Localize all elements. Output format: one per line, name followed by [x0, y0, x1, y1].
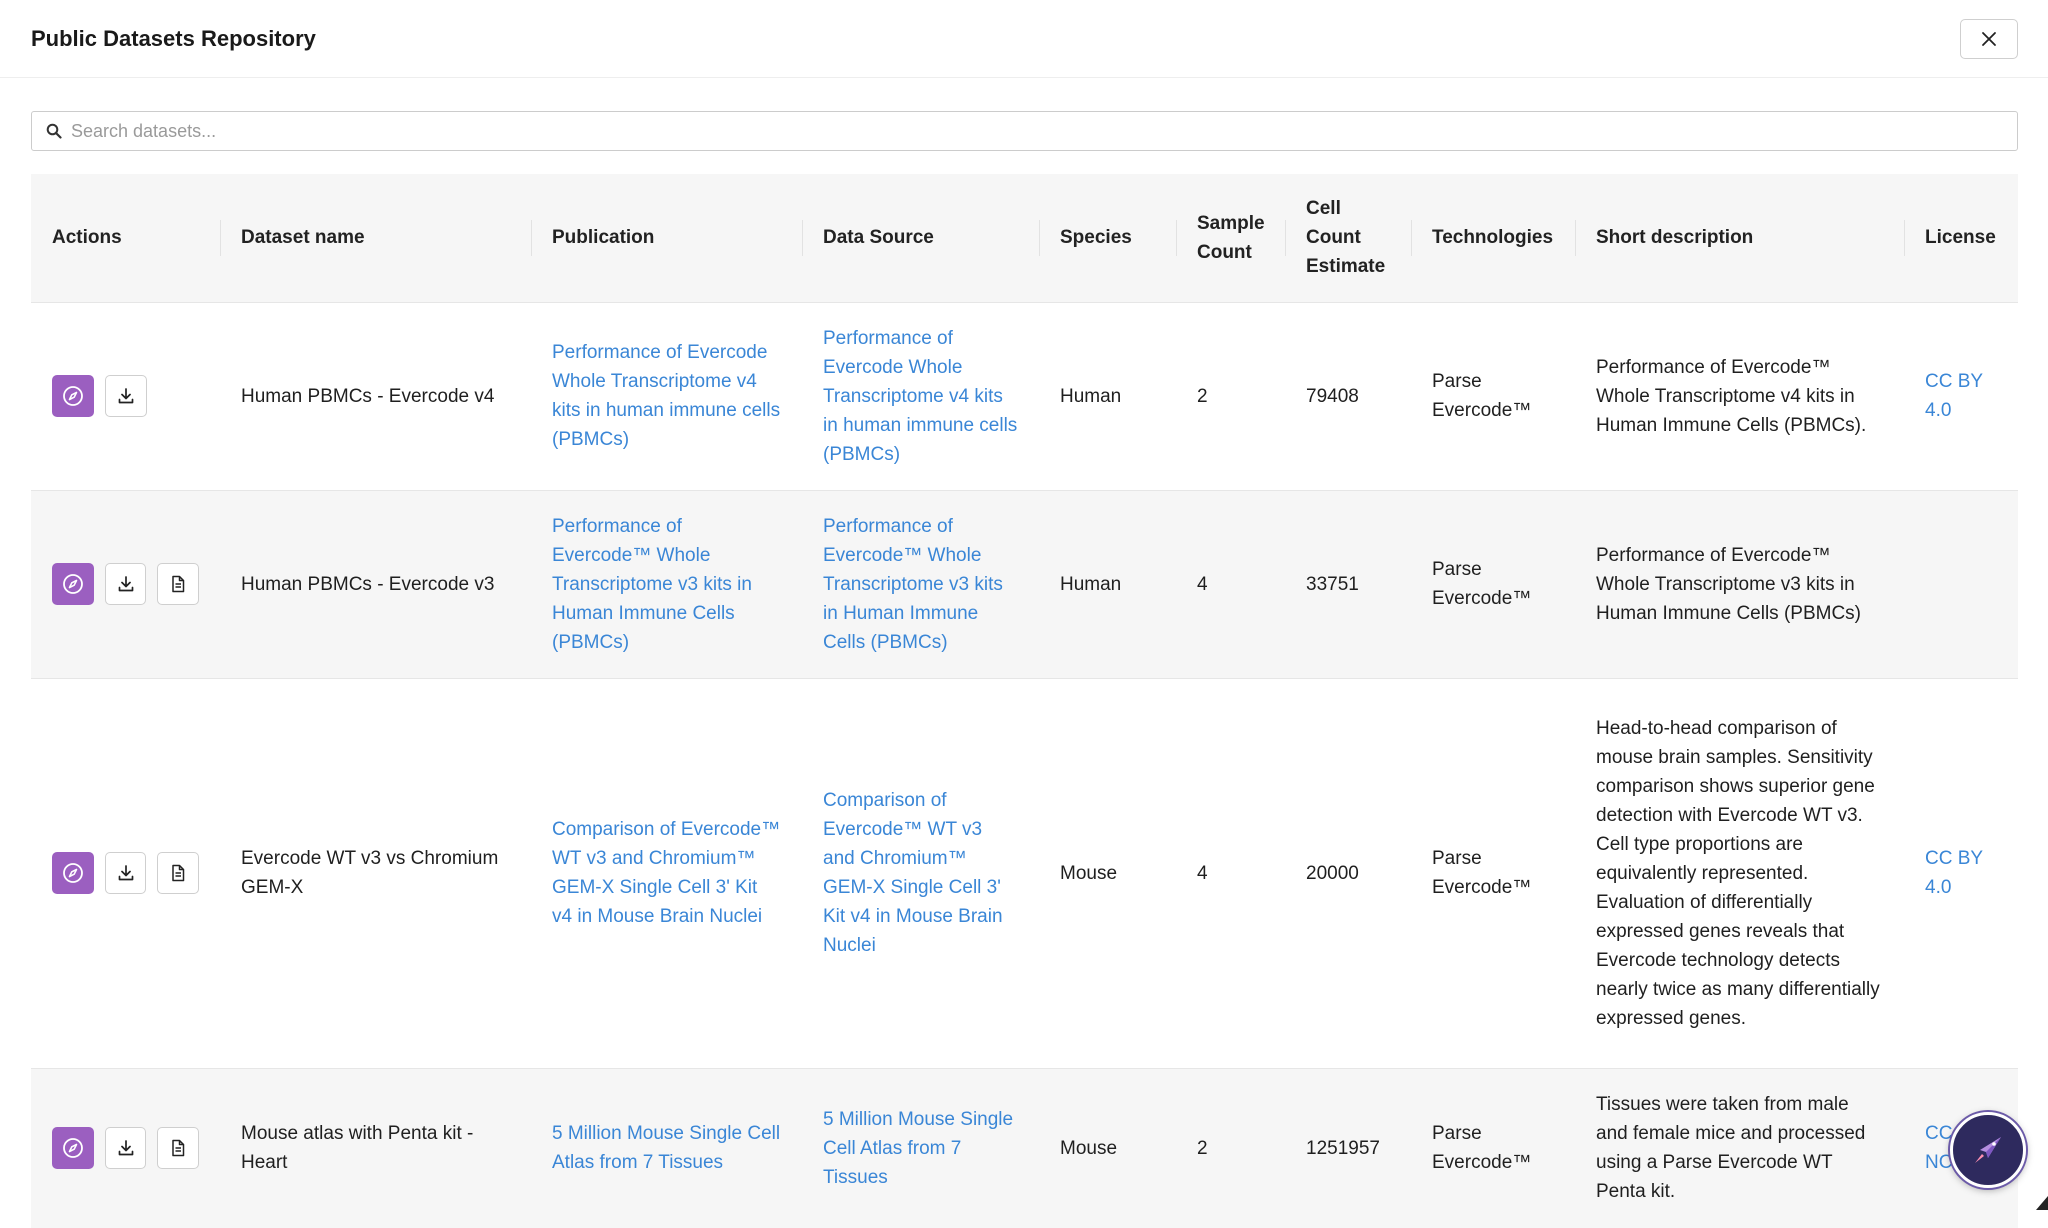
description-cell: Head-to-head comparison of mouse brain s… [1596, 717, 1880, 1029]
technologies-cell: Parse Evercode™ [1432, 848, 1532, 898]
compass-icon [61, 384, 85, 408]
header-short-description[interactable]: Short description [1575, 174, 1904, 302]
technologies-cell: Parse Evercode™ [1432, 371, 1532, 421]
table-row: Evercode WT v3 vs Chromium GEM-X Compari… [31, 678, 2018, 1068]
actions-cell [31, 1068, 220, 1228]
publication-link[interactable]: Comparison of Evercode™ WT v3 and Chromi… [552, 819, 780, 927]
header-sample-count[interactable]: Sample Count [1176, 174, 1285, 302]
dataset-name-cell: Mouse atlas with Penta kit - Heart [241, 1123, 474, 1174]
header-cell-count[interactable]: Cell Count Estimate [1285, 174, 1411, 302]
dataset-name-cell: Human PBMCs - Evercode v3 [241, 573, 495, 595]
document-icon [168, 574, 188, 594]
close-icon [1981, 31, 1997, 47]
explore-button[interactable] [52, 563, 94, 605]
actions-cell [31, 302, 220, 490]
document-icon [168, 1138, 188, 1158]
rocket-icon [1966, 1128, 2010, 1172]
publication-link[interactable]: 5 Million Mouse Single Cell Atlas from 7… [552, 1123, 780, 1173]
data-source-link[interactable]: Performance of Evercode Whole Transcript… [823, 328, 1017, 465]
download-button[interactable] [104, 1127, 147, 1170]
description-cell: Tissues were taken from male and female … [1596, 1094, 1866, 1203]
cell-count-cell: 79408 [1306, 385, 1359, 407]
description-cell: Performance of Evercode™ Whole Transcrip… [1596, 356, 1867, 436]
datasets-table: Actions Dataset name Publication Data So… [31, 174, 2018, 1228]
dataset-name-cell: Evercode WT v3 vs Chromium GEM-X [241, 848, 499, 898]
species-cell: Mouse [1060, 862, 1118, 884]
download-icon [116, 386, 136, 406]
publication-link[interactable]: Performance of Evercode™ Whole Transcrip… [552, 516, 752, 653]
header-dataset-name[interactable]: Dataset name [220, 174, 531, 302]
sample-count-cell: 2 [1197, 1137, 1208, 1159]
species-cell: Mouse [1060, 1137, 1118, 1159]
technologies-cell: Parse Evercode™ [1432, 559, 1532, 609]
cell-count-cell: 33751 [1306, 573, 1359, 595]
table-row: Human PBMCs - Evercode v4 Performance of… [31, 302, 2018, 490]
download-icon [116, 1138, 136, 1158]
compass-icon [61, 861, 85, 885]
explore-button[interactable] [52, 852, 94, 894]
species-cell: Human [1060, 573, 1122, 595]
actions-cell [31, 678, 220, 1068]
download-button[interactable] [104, 563, 147, 605]
license-link[interactable]: CC BY 4.0 [1925, 371, 1983, 421]
sample-count-cell: 4 [1197, 573, 1208, 595]
header-species[interactable]: Species [1039, 174, 1176, 302]
actions-cell [31, 490, 220, 678]
data-source-link[interactable]: 5 Million Mouse Single Cell Atlas from 7… [823, 1109, 1013, 1188]
license-link[interactable]: CC BY 4.0 [1925, 848, 1983, 898]
table-row: Human PBMCs - Evercode v3 Performance of… [31, 490, 2018, 678]
header-data-source[interactable]: Data Source [802, 174, 1039, 302]
header-license[interactable]: License [1904, 174, 2018, 302]
species-cell: Human [1060, 385, 1122, 407]
download-icon [116, 863, 136, 883]
assistant-button[interactable] [1950, 1112, 2026, 1188]
modal-title: Public Datasets Repository [31, 25, 316, 51]
download-button[interactable] [104, 852, 147, 894]
description-cell: Performance of Evercode™ Whole Transcrip… [1596, 544, 1861, 624]
cell-count-cell: 20000 [1306, 862, 1359, 884]
compass-icon [61, 1136, 85, 1160]
explore-button[interactable] [52, 1127, 94, 1170]
document-button[interactable] [157, 1127, 200, 1170]
publication-link[interactable]: Performance of Evercode Whole Transcript… [552, 342, 780, 450]
table-header-row: Actions Dataset name Publication Data So… [31, 174, 2018, 302]
data-source-link[interactable]: Comparison of Evercode™ WT v3 and Chromi… [823, 790, 1003, 956]
technologies-cell: Parse Evercode™ [1432, 1123, 1532, 1174]
dataset-name-cell: Human PBMCs - Evercode v4 [241, 385, 495, 407]
header-actions[interactable]: Actions [31, 174, 220, 302]
search-input[interactable] [69, 112, 2017, 150]
data-source-link[interactable]: Performance of Evercode™ Whole Transcrip… [823, 516, 1003, 653]
explore-button[interactable] [52, 375, 94, 417]
document-button[interactable] [157, 563, 200, 605]
search-bar [31, 111, 2018, 151]
document-icon [168, 863, 188, 883]
document-button[interactable] [157, 852, 200, 894]
header-publication[interactable]: Publication [531, 174, 802, 302]
download-button[interactable] [105, 375, 147, 417]
search-icon [46, 123, 62, 139]
header-technologies[interactable]: Technologies [1411, 174, 1575, 302]
sample-count-cell: 2 [1197, 385, 1208, 407]
compass-icon [61, 572, 85, 596]
download-icon [116, 574, 136, 594]
resize-handle[interactable] [2036, 1196, 2048, 1210]
sample-count-cell: 4 [1197, 862, 1208, 884]
modal-header: Public Datasets Repository [0, 0, 2048, 78]
cell-count-cell: 1251957 [1306, 1137, 1380, 1159]
table-row: Mouse atlas with Penta kit - Heart 5 Mil… [31, 1068, 2018, 1228]
close-button[interactable] [1960, 18, 2018, 59]
